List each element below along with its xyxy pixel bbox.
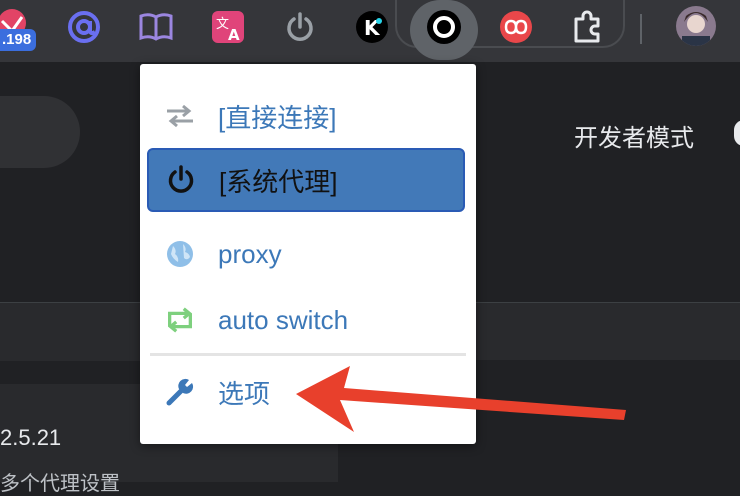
extension-badge: .198: [0, 29, 37, 51]
menu-item-label: [系统代理]: [219, 166, 338, 197]
book-icon[interactable]: [138, 9, 174, 45]
menu-item-label: proxy: [218, 238, 282, 269]
menu-item-label: 选项: [218, 378, 271, 409]
retweet-icon: [164, 304, 196, 336]
power-icon[interactable]: [282, 9, 318, 45]
wrench-icon: [164, 376, 196, 408]
proxy-switch-popup: [直接连接] [系统代理] proxy auto switch 选项: [140, 64, 476, 444]
circle-icon[interactable]: [426, 9, 462, 45]
menu-divider: [150, 353, 466, 356]
search-bar[interactable]: [0, 96, 80, 168]
power-icon: [165, 164, 197, 196]
k-icon[interactable]: K: [354, 9, 390, 45]
puzzle-icon[interactable]: [570, 9, 606, 45]
menu-item-auto-switch[interactable]: auto switch: [140, 288, 476, 352]
menu-item-options[interactable]: 选项: [140, 360, 476, 424]
toolbar-separator: [640, 14, 642, 44]
menu-item-direct[interactable]: [直接连接]: [140, 84, 476, 148]
browser-toolbar: .198 文 A K: [0, 0, 740, 62]
swap-arrows-icon: [164, 100, 196, 132]
infinity-icon[interactable]: [498, 9, 534, 45]
extension-version: 2.5.21: [0, 425, 62, 450]
svg-text:A: A: [228, 26, 240, 44]
menu-item-label: [直接连接]: [218, 102, 337, 133]
translate-icon[interactable]: 文 A: [210, 9, 246, 45]
menu-item-system-proxy[interactable]: [系统代理]: [147, 148, 465, 212]
at-sign-icon[interactable]: [66, 9, 102, 45]
menu-item-proxy[interactable]: proxy: [140, 222, 476, 286]
globe-icon: [164, 238, 196, 270]
menu-item-label: auto switch: [218, 304, 349, 335]
developer-mode-label: 开发者模式: [574, 125, 694, 152]
avatar[interactable]: [676, 6, 716, 46]
